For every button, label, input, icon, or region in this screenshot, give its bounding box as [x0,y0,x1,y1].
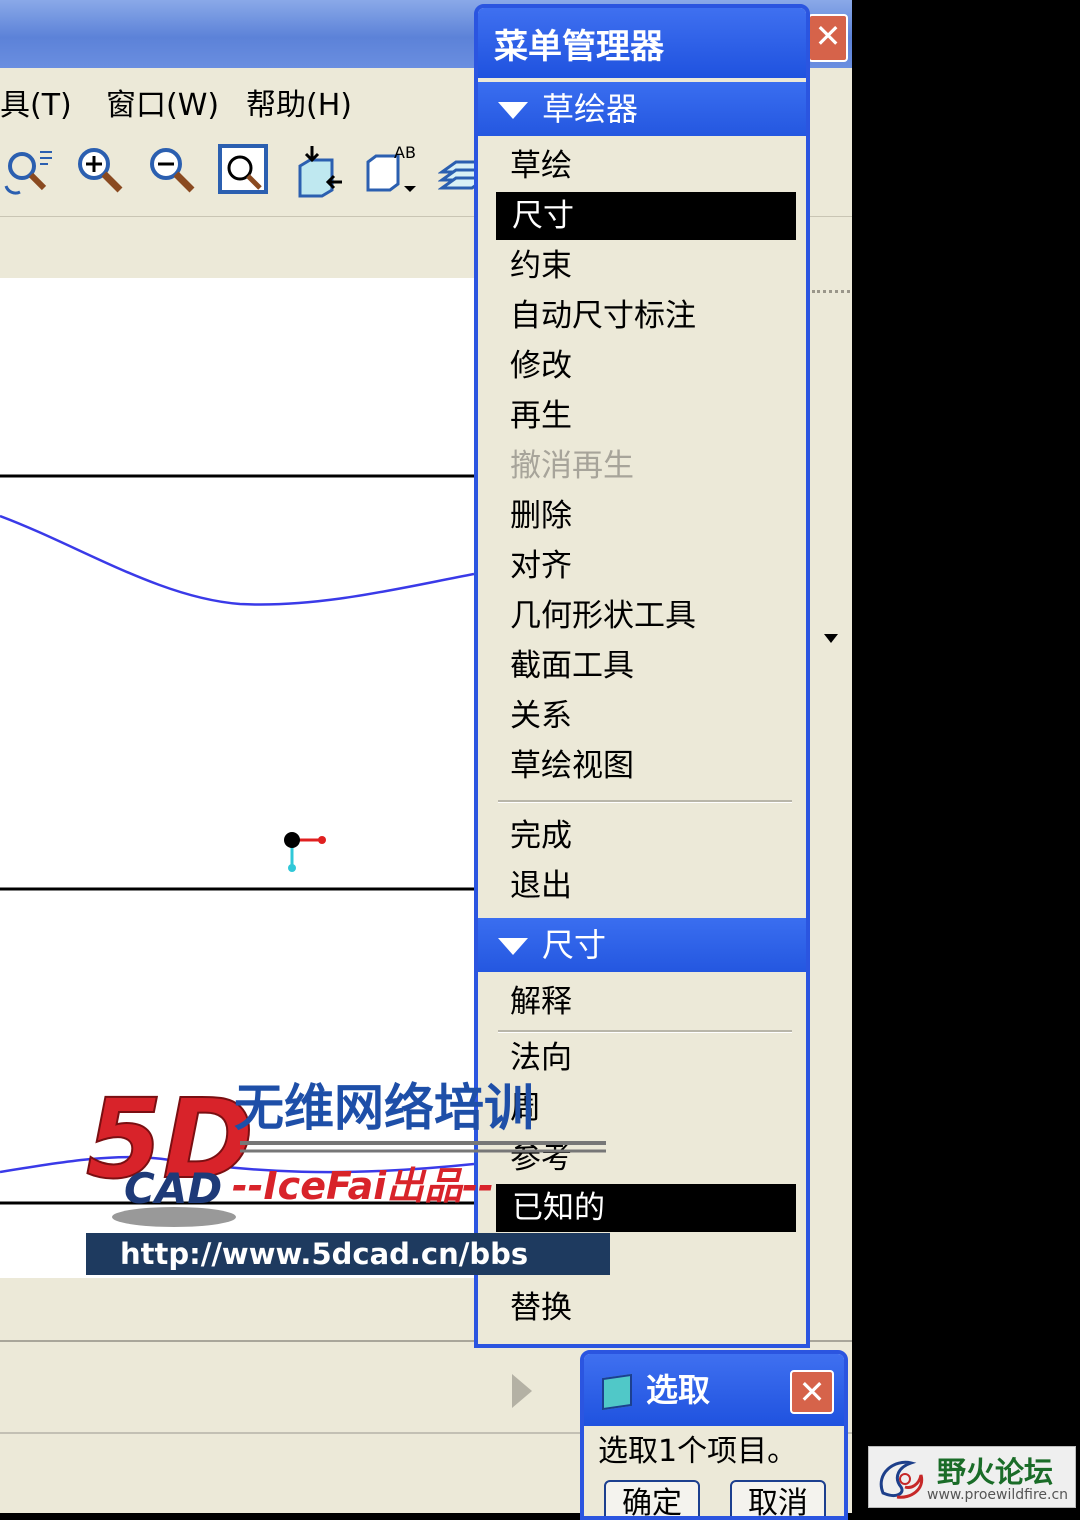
menu-item-auto-dim[interactable]: 自动尺寸标注 [494,292,792,340]
spline-curve [0,514,475,606]
cancel-button[interactable]: 取消 [730,1480,826,1516]
collapse-triangle-icon [498,938,528,955]
forum-url: www.proewildfire.cn [927,1487,1069,1503]
menu-item-sketch-view[interactable]: 草绘视图 [494,742,792,790]
menu-item-constrain[interactable]: 约束 [494,242,792,290]
forum-name: 野火论坛 [937,1455,1054,1489]
play-icon[interactable] [512,1374,532,1408]
menu-manager-title: 菜单管理器 [478,8,806,78]
orient-icon[interactable] [292,142,350,200]
menu-help[interactable]: 帮助(H) [246,80,352,124]
window-close-button[interactable]: ✕ [808,14,848,62]
menu-item-delete[interactable]: 删除 [494,492,792,540]
sketcher-menu-list: 草绘 尺寸 约束 自动尺寸标注 修改 再生 撤消再生 删除 对齐 几何形状工具 … [484,136,802,916]
menu-separator [498,800,792,803]
select-dialog: 选取 ✕ 选取1个项目。 确定 取消 [580,1350,848,1520]
menu-item-done[interactable]: 完成 [494,812,792,860]
repaint-icon[interactable] [0,142,58,200]
menu-item-regenerate[interactable]: 再生 [494,392,792,440]
menu-window[interactable]: 窗口(W) [106,80,219,124]
watermark-author: --IceFai出品-- [232,1164,494,1208]
menu-item-dimension[interactable]: 尺寸 [496,192,796,240]
menu-item-explain[interactable]: 解释 [494,978,792,1026]
named-view-icon[interactable]: AB [364,142,422,200]
menu-separator [498,1030,792,1033]
select-dialog-message: 选取1个项目。 [598,1434,798,1469]
menu-tools[interactable]: 具(T) [0,80,72,124]
expand-arrow-icon[interactable] [824,634,838,643]
watermark-slogan: 无维网络培训 [234,1079,534,1137]
ok-button[interactable]: 确定 [604,1480,700,1516]
refit-icon[interactable] [216,142,274,200]
menu-item-relations[interactable]: 关系 [494,692,792,740]
watermark-brand-sub: CAD [124,1164,222,1213]
menu-item-modify[interactable]: 修改 [494,342,792,390]
menu-item-quit[interactable]: 退出 [494,862,792,910]
watermark-url: http://www.5dcad.cn/bbs [86,1233,610,1275]
zoom-out-icon[interactable] [144,142,202,200]
menu-item-replace[interactable]: 替换 [494,1284,792,1332]
menu-item-sketch[interactable]: 草绘 [494,142,792,190]
section-header-dimension[interactable]: 尺寸 [478,918,806,972]
sketch-origin-point [284,832,300,848]
panel-separator [812,290,850,296]
menu-item-align[interactable]: 对齐 [494,542,792,590]
forum-logo: 野火论坛 www.proewildfire.cn [868,1446,1076,1508]
section-header-sketcher[interactable]: 草绘器 [478,82,806,136]
select-dialog-close-button[interactable]: ✕ [790,1370,834,1414]
zoom-in-icon[interactable] [72,142,130,200]
collapse-triangle-icon [498,102,528,119]
select-cube-icon [602,1373,632,1411]
svg-text:AB: AB [394,143,416,162]
menu-item-undo-regen: 撤消再生 [510,448,634,484]
menu-item-geometry-tools[interactable]: 几何形状工具 [494,592,792,640]
flame-logo-icon [879,1460,924,1499]
select-dialog-title: 选取 [646,1371,711,1409]
menu-item-section-tools[interactable]: 截面工具 [494,642,792,690]
